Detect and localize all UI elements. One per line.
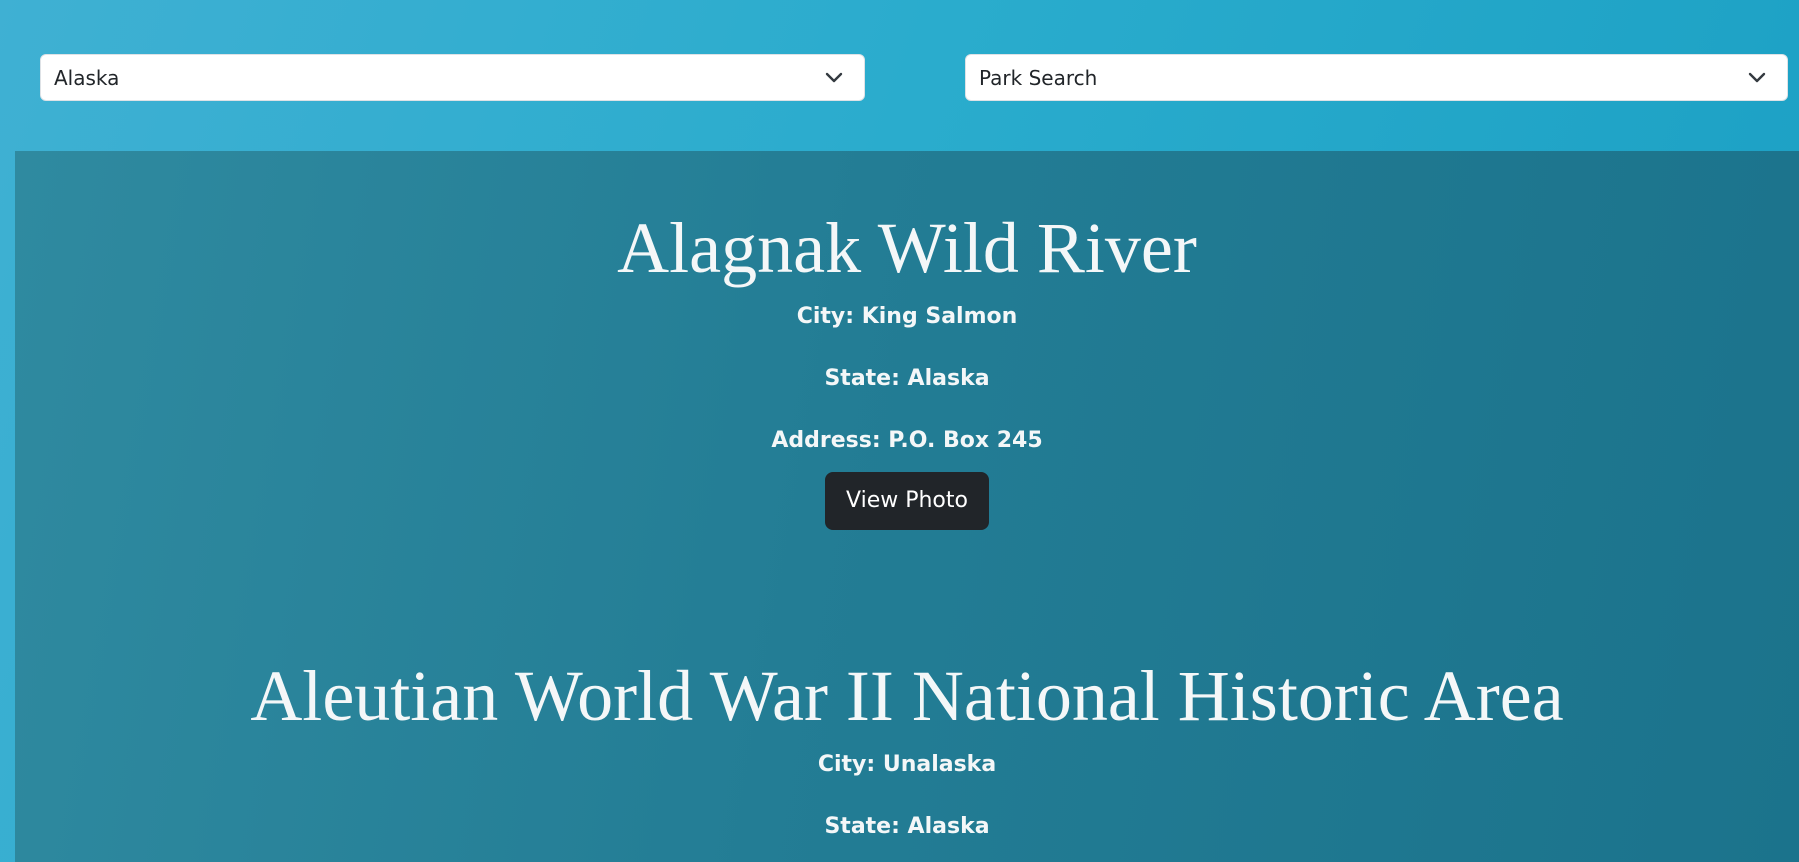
state-select[interactable]: Alaska — [40, 54, 865, 101]
chevron-down-icon — [825, 72, 843, 82]
park-city: City: King Salmon — [796, 304, 1018, 329]
park-name: Aleutian World War II National Historic … — [250, 656, 1564, 736]
view-photo-button[interactable]: View Photo — [825, 472, 989, 530]
park-city: City: Unalaska — [817, 752, 997, 777]
park-name: Alagnak Wild River — [617, 208, 1197, 288]
park-state: State: Alaska — [824, 366, 990, 391]
park-card: Aleutian World War II National Historic … — [15, 655, 1799, 843]
park-address: Address: P.O. Box 245 — [771, 428, 1043, 453]
state-select-value: Alaska — [54, 65, 120, 90]
park-results-panel: Alagnak Wild River City: King Salmon Sta… — [15, 151, 1799, 862]
park-search-select[interactable]: Park Search — [965, 54, 1788, 101]
park-card: Alagnak Wild River City: King Salmon Sta… — [15, 207, 1799, 530]
chevron-down-icon — [1748, 72, 1766, 82]
park-search-value: Park Search — [979, 65, 1098, 90]
park-state: State: Alaska — [824, 814, 990, 839]
